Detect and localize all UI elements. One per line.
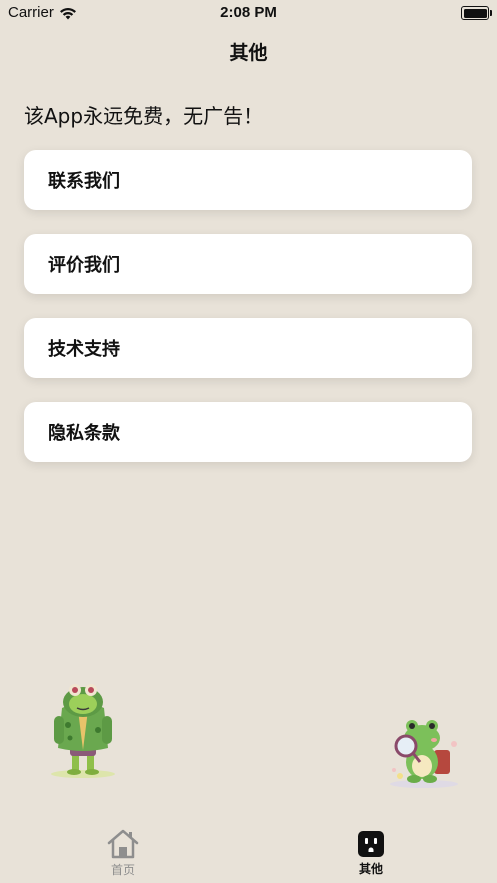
tab-home[interactable]: 首页 — [83, 829, 163, 878]
clock-time: 2:08 PM — [220, 4, 277, 21]
tab-other-label: 其他 — [358, 862, 383, 876]
status-bar: Carrier 2:08 PM — [0, 0, 497, 26]
privacy-policy-label: 隐私条款 — [48, 423, 120, 444]
rate-us-label: 评价我们 — [48, 255, 120, 276]
tab-other[interactable]: 其他 — [331, 829, 411, 877]
outlet-icon — [331, 830, 411, 858]
house-icon — [83, 829, 163, 859]
rate-us-button[interactable]: 评价我们 — [24, 234, 472, 294]
tab-bar: 首页 其他 — [0, 817, 497, 883]
contact-us-button[interactable]: 联系我们 — [24, 150, 472, 210]
free-no-ads-notice: 该App永远免费，无广告！ — [24, 104, 264, 128]
privacy-policy-button[interactable]: 隐私条款 — [24, 402, 472, 462]
contact-us-label: 联系我们 — [48, 171, 120, 192]
page-title: 其他 — [229, 42, 268, 64]
tech-support-label: 技术支持 — [48, 339, 120, 360]
battery-icon — [461, 6, 492, 20]
tech-support-button[interactable]: 技术支持 — [24, 318, 472, 378]
frog-magnifier-illustration — [384, 712, 464, 794]
frog-jacket-illustration — [48, 680, 118, 784]
tab-home-label: 首页 — [110, 863, 135, 877]
